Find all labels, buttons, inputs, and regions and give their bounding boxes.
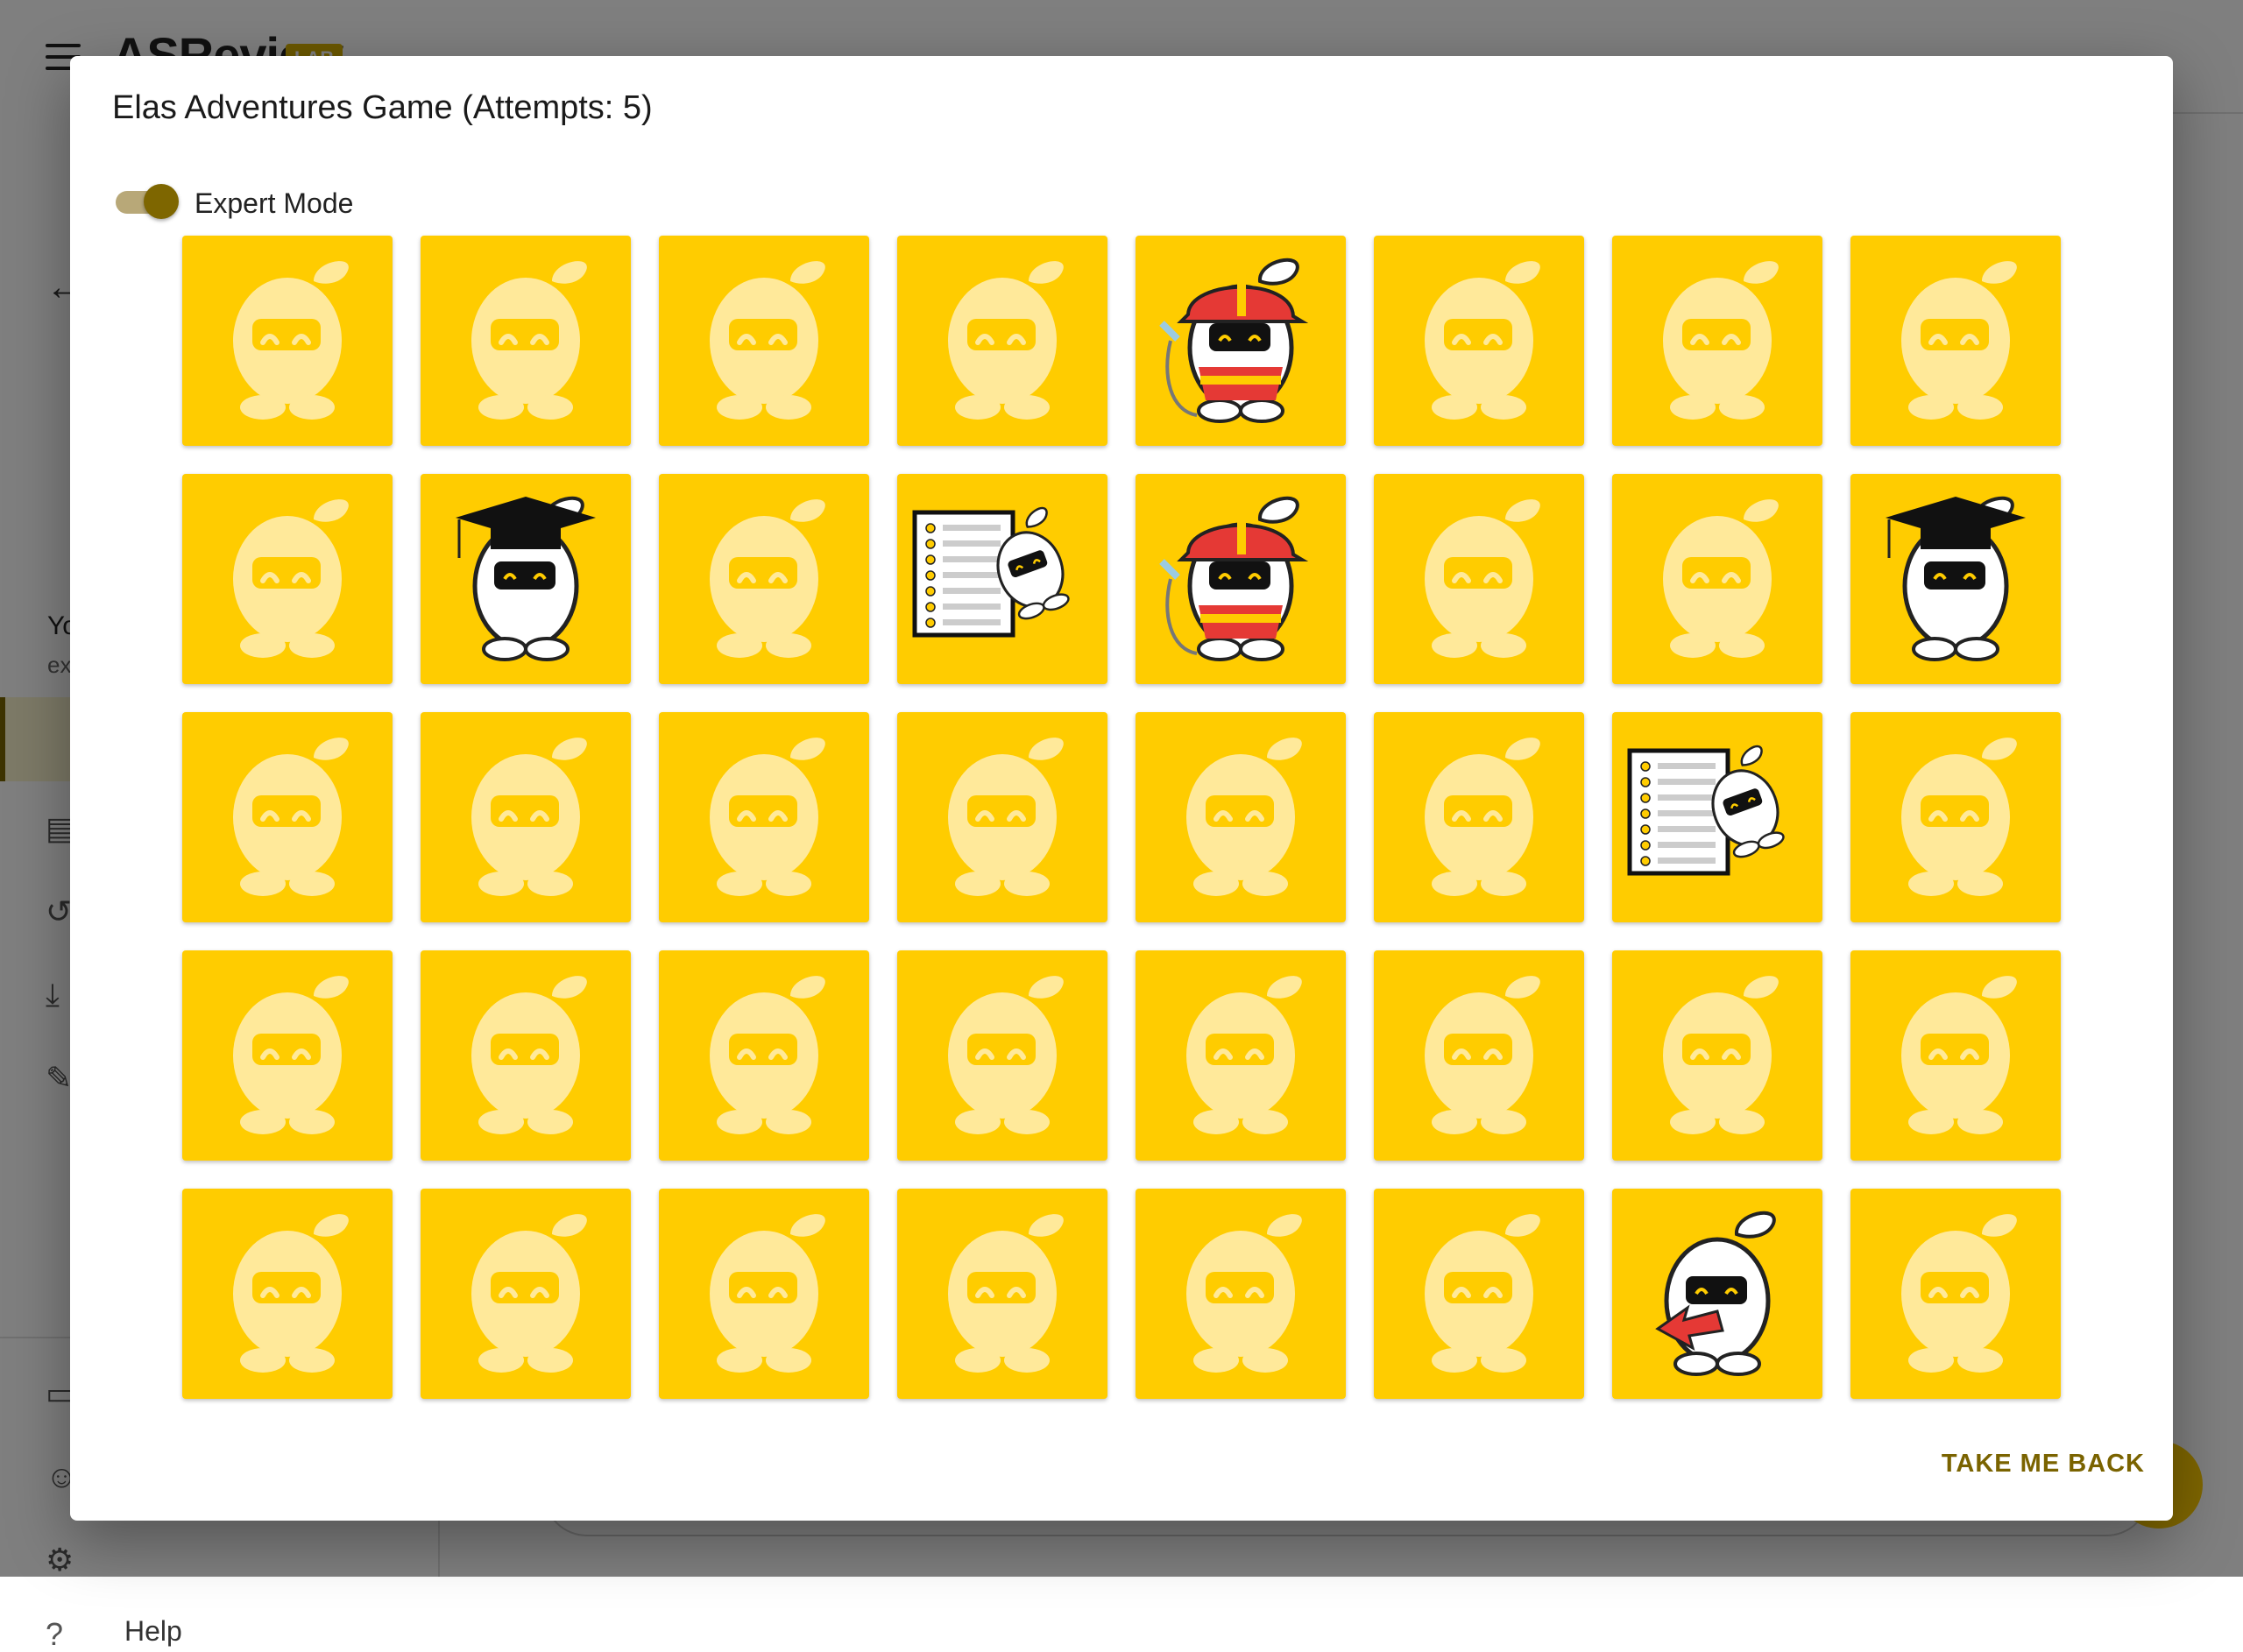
game-card-revealed[interactable] xyxy=(1612,1189,1822,1399)
take-me-back-button[interactable]: TAKE ME BACK xyxy=(1942,1439,2145,1489)
game-card-facedown[interactable] xyxy=(897,1189,1107,1399)
game-card-facedown[interactable] xyxy=(1374,712,1584,922)
game-card-facedown[interactable] xyxy=(1850,1189,2061,1399)
game-card-revealed[interactable] xyxy=(1136,474,1346,684)
game-card-facedown[interactable] xyxy=(1612,474,1822,684)
game-card-revealed[interactable] xyxy=(421,474,631,684)
game-card-facedown[interactable] xyxy=(897,950,1107,1161)
game-card-revealed[interactable] xyxy=(1612,712,1822,922)
game-card-facedown[interactable] xyxy=(659,950,869,1161)
game-card-facedown[interactable] xyxy=(659,1189,869,1399)
help-label[interactable]: Help xyxy=(124,1615,182,1648)
game-card-facedown[interactable] xyxy=(421,236,631,446)
game-card-facedown[interactable] xyxy=(1850,712,2061,922)
expert-mode-label: Expert Mode xyxy=(195,187,354,219)
game-card-facedown[interactable] xyxy=(182,236,393,446)
game-card-facedown[interactable] xyxy=(1136,950,1346,1161)
expert-mode-switch[interactable] xyxy=(114,182,179,222)
dialog-title: Elas Adventures Game (Attempts: 5) xyxy=(112,89,653,126)
game-card-facedown[interactable] xyxy=(421,1189,631,1399)
game-card-facedown[interactable] xyxy=(659,236,869,446)
game-dialog: Elas Adventures Game (Attempts: 5) Exper… xyxy=(70,56,2173,1521)
game-card-facedown[interactable] xyxy=(1850,236,2061,446)
game-card-facedown[interactable] xyxy=(421,712,631,922)
game-card-facedown[interactable] xyxy=(897,712,1107,922)
game-card-facedown[interactable] xyxy=(182,1189,393,1399)
game-card-revealed[interactable] xyxy=(1136,236,1346,446)
game-card-facedown[interactable] xyxy=(1612,950,1822,1161)
game-card-facedown[interactable] xyxy=(182,474,393,684)
game-card-revealed[interactable] xyxy=(1850,474,2061,684)
game-card-facedown[interactable] xyxy=(182,950,393,1161)
game-card-facedown[interactable] xyxy=(1136,1189,1346,1399)
game-card-facedown[interactable] xyxy=(421,950,631,1161)
game-card-facedown[interactable] xyxy=(182,712,393,922)
game-card-facedown[interactable] xyxy=(1850,950,2061,1161)
game-card-facedown[interactable] xyxy=(1612,236,1822,446)
game-card-facedown[interactable] xyxy=(1374,1189,1584,1399)
game-card-facedown[interactable] xyxy=(659,712,869,922)
game-card-facedown[interactable] xyxy=(1136,712,1346,922)
game-card-facedown[interactable] xyxy=(1374,236,1584,446)
switch-thumb xyxy=(144,184,179,219)
card-grid xyxy=(182,236,2061,1399)
game-card-revealed[interactable] xyxy=(897,474,1107,684)
game-card-facedown[interactable] xyxy=(1374,474,1584,684)
game-card-facedown[interactable] xyxy=(1374,950,1584,1161)
help-icon[interactable]: ? xyxy=(46,1619,77,1650)
game-card-facedown[interactable] xyxy=(897,236,1107,446)
game-card-facedown[interactable] xyxy=(659,474,869,684)
